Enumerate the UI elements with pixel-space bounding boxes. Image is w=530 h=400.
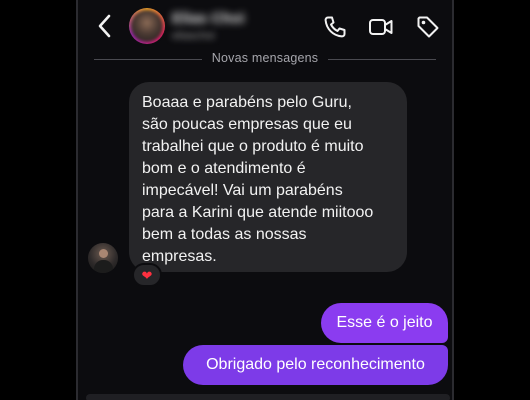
video-call-icon[interactable] [368, 14, 394, 40]
outgoing-message-bubble[interactable]: Esse é o jeito [321, 303, 448, 343]
sender-avatar-body [94, 260, 113, 273]
sender-avatar-head [99, 249, 108, 258]
contact-name[interactable]: Elias Choi [172, 10, 245, 27]
heart-icon: ❤ [141, 267, 153, 283]
divider-line-left [94, 59, 202, 60]
incoming-message-bubble[interactable]: Boaaa e parabéns pelo Guru, são poucas e… [129, 82, 407, 272]
tag-icon[interactable] [415, 14, 441, 40]
contact-avatar[interactable] [129, 8, 165, 44]
sender-avatar[interactable] [88, 243, 118, 273]
new-messages-divider: Novas mensagens [211, 51, 319, 65]
panel-left-edge [76, 0, 78, 400]
contact-avatar-image [131, 10, 163, 42]
chat-screen: Elias Choi eliaschoi Novas mensagens Boa… [0, 0, 530, 400]
back-arrow-icon[interactable] [94, 12, 116, 40]
panel-right-edge [452, 0, 454, 400]
contact-username: eliaschoi [172, 30, 215, 42]
divider-line-right [328, 59, 436, 60]
phone-icon[interactable] [322, 14, 348, 40]
next-message-peek [86, 394, 450, 400]
outgoing-message-bubble[interactable]: Obrigado pelo reconhecimento [183, 345, 448, 385]
heart-reaction-badge[interactable]: ❤ [132, 263, 162, 287]
